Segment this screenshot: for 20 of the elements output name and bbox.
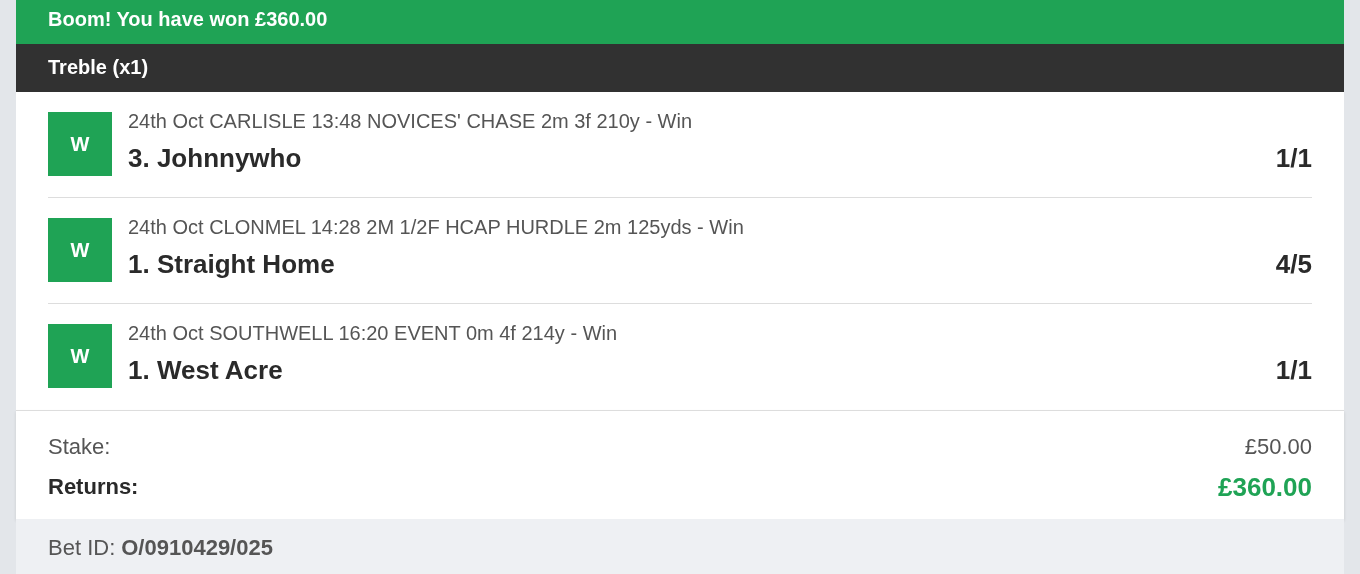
stake-value: £50.00: [1244, 434, 1312, 460]
bet-id-value: O/0910429/025: [121, 535, 273, 562]
odds: 1/1: [1275, 143, 1312, 174]
odds: 4/5: [1275, 249, 1312, 280]
result-badge: W: [48, 324, 112, 388]
selection-name: 1. Straight Home: [128, 249, 335, 280]
bet-type-header: Treble (x1): [16, 44, 1344, 92]
odds: 1/1: [1275, 355, 1312, 386]
returns-value: £360.00: [1218, 471, 1312, 503]
win-banner: Boom! You have won £360.00: [16, 0, 1344, 44]
returns-label: Returns:: [48, 474, 139, 500]
bet-id-label: Bet ID:: [48, 535, 116, 562]
event-details: 24th Oct CARLISLE 13:48 NOVICES' CHASE 2m 3f 210y - Win: [128, 110, 694, 133]
event-details: 24th Oct CLONMEL 14:28 2M 1/2F HCAP HURDLE 2m 125yds - Win: [128, 216, 745, 239]
result-badge: W: [48, 112, 112, 176]
result-badge: W: [48, 218, 112, 282]
selection-name: 1. West Acre: [128, 355, 283, 386]
selection-name: 3. Johnnywho: [128, 143, 302, 174]
event-details: 24th Oct SOUTHWELL 16:20 EVENT 0m 4f 214y - Win: [128, 322, 619, 345]
stake-label: Stake:: [48, 434, 111, 460]
